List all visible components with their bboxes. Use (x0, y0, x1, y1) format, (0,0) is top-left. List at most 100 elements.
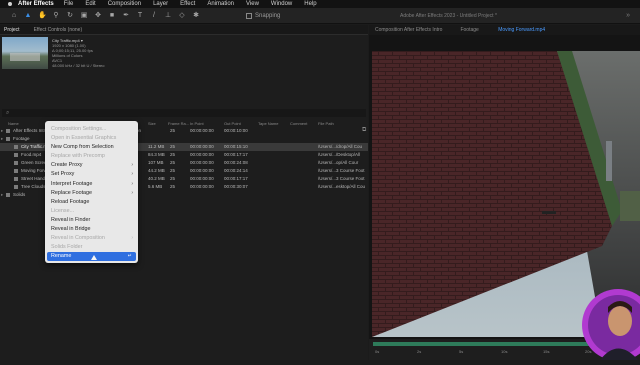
col-name[interactable]: Name (8, 121, 19, 126)
pan-behind-tool-icon[interactable]: ✥ (94, 12, 102, 20)
timecode-tick: 15s (543, 349, 550, 354)
tab-footage[interactable]: Footage Moving Forward.mp4 (460, 27, 563, 33)
project-flowchart-icon[interactable]: ⧉ (362, 127, 366, 134)
shape-tool-icon[interactable]: ■ (108, 12, 116, 20)
submenu-arrow-icon: › (131, 180, 133, 187)
context-menu-item[interactable]: Set Proxy › (45, 170, 138, 179)
context-menu-item[interactable]: Replace Footage › (45, 189, 138, 198)
context-menu-item-label: Replace with Precomp (51, 153, 105, 160)
item-out-point: 00:00:15:10 (224, 144, 248, 149)
col-frame-rate[interactable]: Frame Ra... (168, 121, 189, 126)
app-menu[interactable]: After Effects (18, 1, 54, 7)
menu-help[interactable]: Help (304, 1, 316, 7)
context-menu-item: Solids Folder (45, 243, 138, 252)
item-in-point: 00:00:00:00 (190, 160, 214, 165)
col-out-point[interactable]: Out Point (224, 121, 241, 126)
item-fps: 25 (170, 128, 176, 133)
selection-tool-icon[interactable]: ▲ (24, 12, 32, 20)
menu-window[interactable]: Window (271, 1, 292, 7)
item-file-path: /Users/...3 Course Foot (318, 176, 365, 181)
col-tape-name[interactable]: Tape Name (258, 121, 278, 126)
item-type-icon (14, 145, 18, 149)
col-file-path[interactable]: File Path (318, 121, 334, 126)
menu-file[interactable]: File (64, 1, 74, 7)
col-in-point[interactable]: In Point (190, 121, 204, 126)
tab-footage-file: Moving Forward.mp4 (498, 27, 546, 33)
footage-thumbnail (2, 37, 48, 69)
snapping-checkbox[interactable] (246, 12, 252, 19)
item-type-icon (6, 129, 10, 133)
menu-effect[interactable]: Effect (180, 1, 195, 7)
item-name[interactable]: Solids (13, 191, 25, 199)
item-name[interactable]: Food.mp4 (21, 151, 41, 159)
expand-arrow-icon[interactable]: ▸ (1, 135, 3, 143)
context-menu-item-label: Replace Footage (51, 189, 93, 196)
project-panel-tabs: Project Effect Controls (none) (0, 25, 368, 35)
type-tool-icon[interactable]: T (136, 12, 144, 20)
stamp-tool-icon[interactable]: ⊥ (164, 12, 172, 20)
footage-info: City Traffic.mp4 ▾ 1920 x 1080 (1.00) Δ … (52, 38, 104, 68)
zoom-tool-icon[interactable]: ⚲ (52, 12, 60, 20)
item-out-point: 00:00:30:07 (224, 184, 248, 189)
workspace-menu-icon[interactable]: » (626, 12, 630, 19)
home-icon[interactable]: ⌂ (10, 12, 18, 20)
col-comment[interactable]: Comment (290, 121, 307, 126)
col-size[interactable]: Size (148, 121, 156, 126)
apple-icon[interactable] (8, 2, 12, 6)
item-out-point: 00:00:24:08 (224, 160, 248, 165)
context-menu-item-label: License... (51, 207, 75, 214)
item-name[interactable]: Footage (13, 135, 30, 143)
item-type-icon (14, 169, 18, 173)
item-file-path: /Users/...esktop/All Cou (318, 184, 366, 189)
context-menu-item-label: Composition Settings... (51, 126, 107, 132)
hand-tool-icon[interactable]: ✋ (38, 12, 47, 20)
snapping-label: Snapping (255, 12, 281, 19)
enter-key-icon: ↵ (127, 253, 132, 260)
context-menu-item[interactable]: Create Proxy › (45, 161, 138, 170)
context-menu-item-label: Set Proxy (51, 171, 75, 178)
rotate-tool-icon[interactable]: ↻ (66, 12, 74, 20)
item-size: 107 MB (148, 160, 164, 165)
item-type-icon (14, 177, 18, 181)
context-menu-item[interactable]: Reveal in Finder (45, 216, 138, 225)
item-type-icon (14, 153, 18, 157)
tab-composition[interactable]: Composition After Effects Intro (375, 27, 442, 33)
item-in-point: 00:00:00:00 (190, 168, 214, 173)
context-menu-item: Reveal in Composition › (45, 234, 138, 243)
menu-edit[interactable]: Edit (85, 1, 95, 7)
project-search-input[interactable]: ⌕ (2, 109, 366, 117)
snapping-toggle[interactable]: Snapping (246, 12, 281, 19)
menu-animation[interactable]: Animation (207, 1, 234, 7)
item-name[interactable]: After Effects Intro (13, 127, 48, 135)
context-menu-item: License... (45, 207, 138, 216)
context-menu-item[interactable]: Interpret Footage › (45, 180, 138, 189)
context-menu-item[interactable]: Reload Footage (45, 198, 138, 207)
context-menu-item-label: Solids Folder (51, 244, 83, 251)
item-in-point: 00:00:00:00 (190, 144, 214, 149)
work-area-bar[interactable] (373, 342, 605, 346)
item-type-icon (6, 137, 10, 141)
context-menu-item-label: Reveal in Bridge (51, 226, 91, 233)
menu-view[interactable]: View (246, 1, 259, 7)
eraser-tool-icon[interactable]: ◇ (178, 12, 186, 20)
submenu-arrow-icon: › (131, 235, 133, 242)
context-menu-item[interactable]: Reveal in Bridge (45, 225, 138, 234)
context-menu: Composition Settings... Open in Essential… (45, 121, 138, 263)
brush-tool-icon[interactable]: / (150, 12, 158, 20)
timecode-tick: 0s (375, 349, 380, 354)
tab-project[interactable]: Project (4, 27, 20, 33)
menu-layer[interactable]: Layer (153, 1, 168, 7)
pen-tool-icon[interactable]: ✒ (122, 12, 130, 20)
context-menu-item[interactable]: New Comp from Selection (45, 143, 138, 152)
camera-tool-icon[interactable]: ▣ (80, 12, 88, 20)
tab-effect-controls[interactable]: Effect Controls (none) (34, 27, 83, 33)
expand-arrow-icon[interactable]: ▸ (1, 127, 3, 135)
puppet-tool-icon[interactable]: ✱ (192, 12, 200, 20)
context-menu-item-label: New Comp from Selection (51, 144, 114, 151)
item-size: 40.2 MB (148, 176, 165, 181)
item-file-path: /Users/...op/All Cour (318, 160, 359, 165)
rename-label: Rename (51, 253, 72, 260)
context-menu-item-label: Open in Essential Graphics (51, 135, 117, 142)
expand-arrow-icon[interactable]: ▸ (1, 191, 3, 199)
menu-composition[interactable]: Composition (108, 1, 141, 7)
